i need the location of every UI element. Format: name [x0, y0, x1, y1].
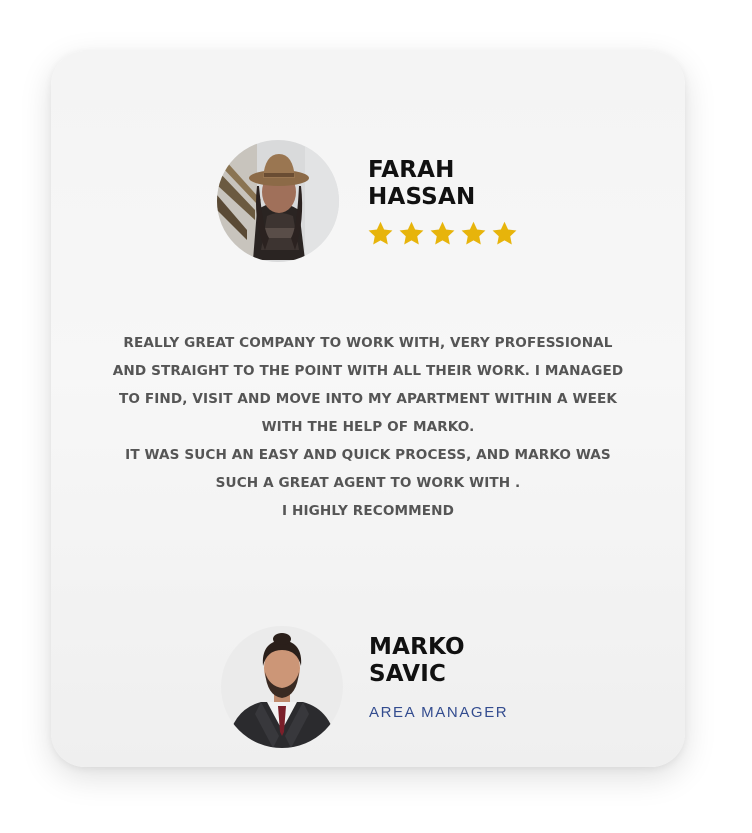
- testimonial-text: REALLY GREAT COMPANY TO WORK WITH, VERY …: [112, 335, 624, 519]
- reviewer-name: FARAH HASSAN: [368, 157, 476, 210]
- reviewer-avatar: [217, 140, 339, 262]
- testimonial-card: FARAH HASSAN REALLY GREAT COMPANY TO WOR…: [51, 51, 685, 767]
- reviewer-photo: [217, 140, 339, 262]
- rating-stars: [367, 220, 518, 247]
- star-icon: [368, 221, 393, 245]
- star-icon: [399, 221, 424, 245]
- agent-photo: [221, 626, 343, 748]
- agent-section: MARKO SAVIC AREA MANAGER: [221, 596, 551, 748]
- agent-role: AREA MANAGER: [369, 704, 509, 721]
- star-icon: [430, 221, 455, 245]
- star-icon: [461, 221, 486, 245]
- star-icon: [492, 221, 517, 245]
- agent-name: MARKO SAVIC: [369, 634, 465, 687]
- reviewer-section: FARAH HASSAN: [217, 140, 557, 265]
- agent-avatar: [221, 626, 343, 748]
